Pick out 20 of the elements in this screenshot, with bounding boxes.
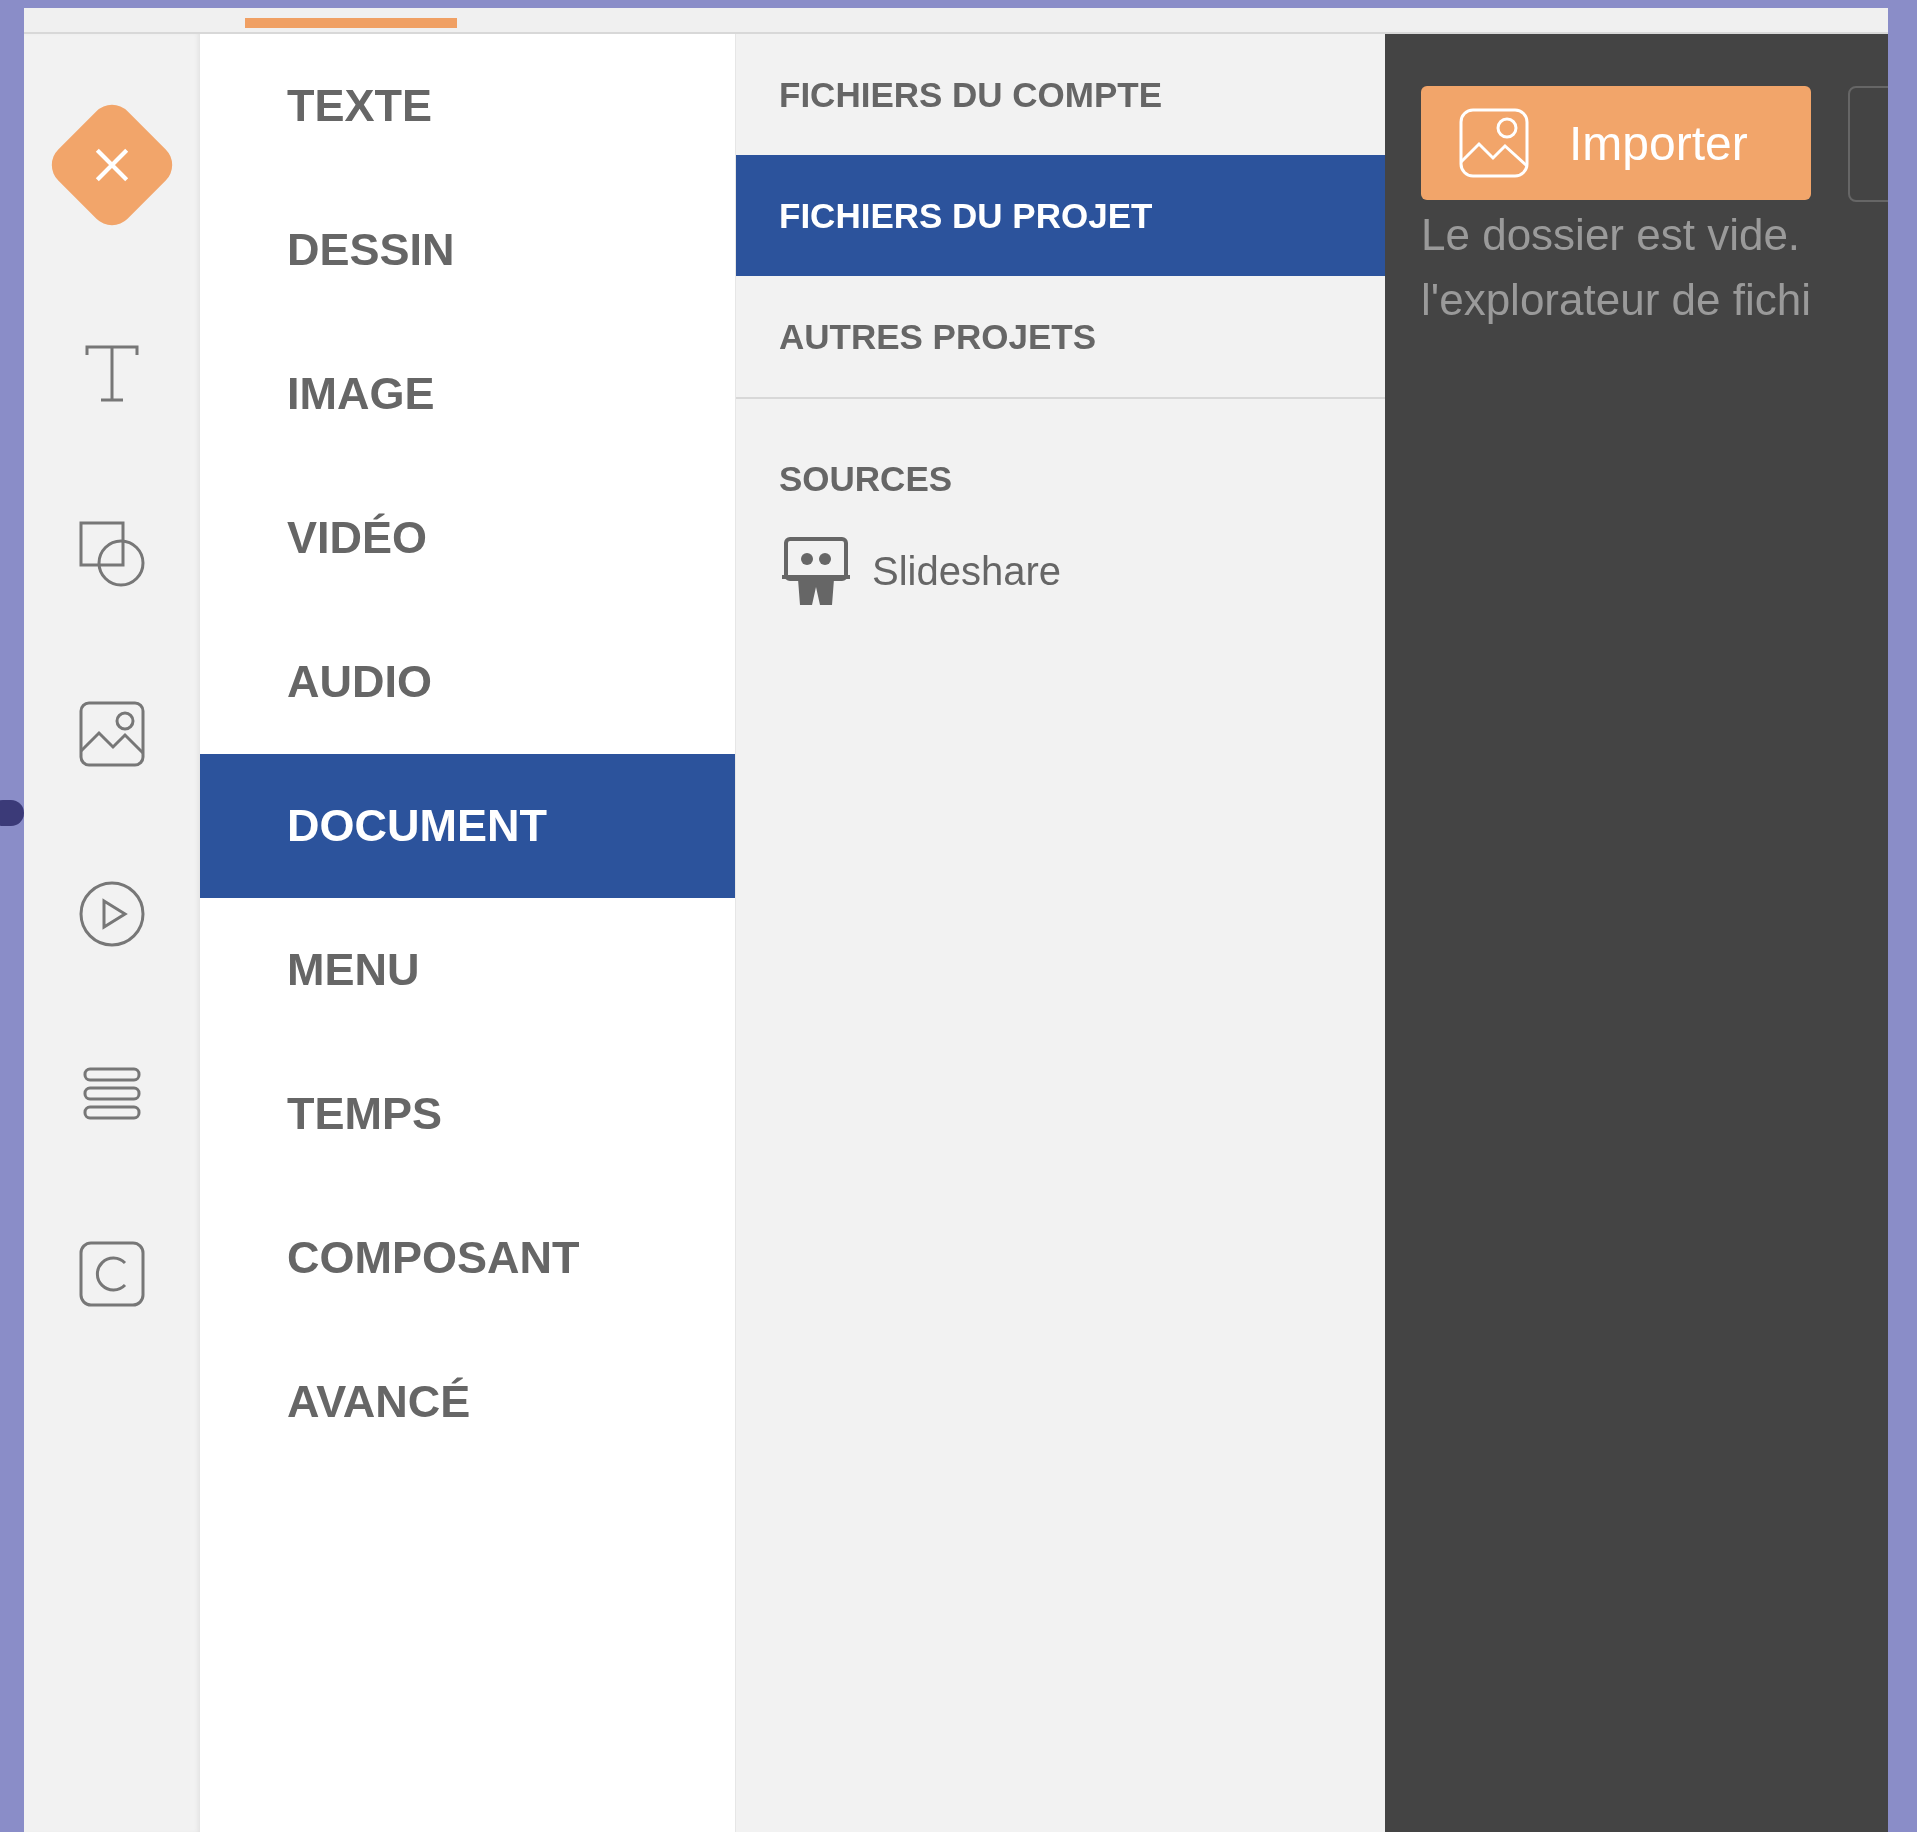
category-item[interactable]: MENU <box>200 898 735 1042</box>
source-item[interactable]: Slideshare <box>780 535 1061 607</box>
empty-folder-message: Le dossier est vide. <box>1421 209 1802 261</box>
category-item[interactable]: TEXTE <box>200 34 735 178</box>
image-icon <box>1457 106 1531 180</box>
category-item[interactable]: VIDÉO <box>200 466 735 610</box>
file-tab[interactable]: FICHIERS DU PROJET <box>736 155 1385 276</box>
section-title: SOURCES <box>779 459 954 499</box>
category-item[interactable]: TEMPS <box>200 1042 735 1186</box>
file-tab[interactable]: AUTRES PROJETS <box>736 276 1385 397</box>
category-item[interactable]: AUDIO <box>200 610 735 754</box>
category-item[interactable]: DESSIN <box>200 178 735 322</box>
empty-folder-message: l'explorateur de fichi <box>1421 274 1812 326</box>
file-tab[interactable]: FICHIERS DU COMPTE <box>736 34 1385 155</box>
background-shape <box>0 800 24 826</box>
category-item[interactable]: COMPOSANT <box>200 1186 735 1330</box>
category-item[interactable]: AVANCÉ <box>200 1330 735 1474</box>
robot-face-icon <box>780 535 852 607</box>
category-item[interactable]: IMAGE <box>200 322 735 466</box>
category-item[interactable]: DOCUMENT <box>200 754 735 898</box>
